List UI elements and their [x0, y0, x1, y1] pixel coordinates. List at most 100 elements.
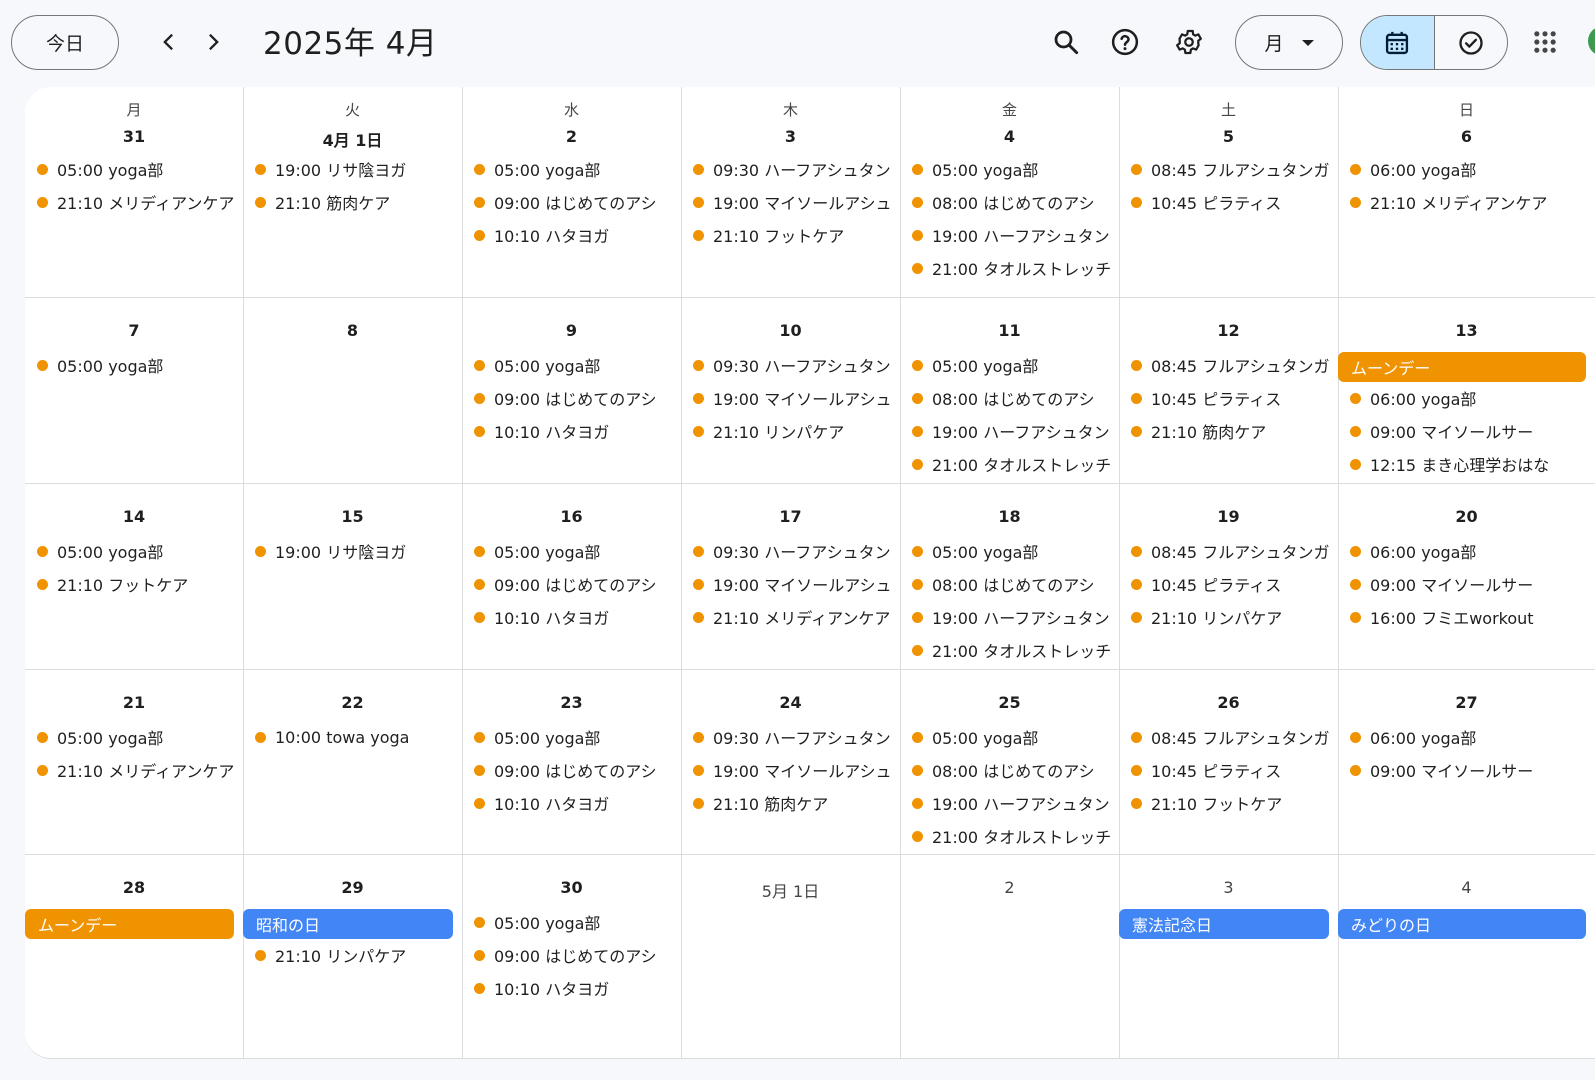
next-month-button[interactable]: [191, 20, 235, 64]
day-number[interactable]: 14: [25, 507, 243, 526]
calendar-event[interactable]: 21:10 メリディアンケア: [37, 755, 239, 785]
calendar-event[interactable]: 08:00 はじめてのアシ: [912, 569, 1115, 599]
day-cell[interactable]: 30 05:00 yoga部 09:00 はじめてのアシ 10:10 ハタヨガ: [462, 854, 681, 1058]
day-number[interactable]: 5: [1119, 127, 1338, 146]
settings-button[interactable]: [1167, 20, 1211, 64]
calendar-view-button[interactable]: [1361, 16, 1435, 69]
calendar-event[interactable]: 19:00 マイソールアシュ: [693, 569, 896, 599]
calendar-event[interactable]: 10:00 towa yoga: [255, 722, 458, 752]
day-number[interactable]: 17: [681, 507, 900, 526]
search-button[interactable]: [1044, 20, 1088, 64]
calendar-event[interactable]: 21:10 フットケア: [37, 569, 239, 599]
day-number[interactable]: 23: [462, 693, 681, 712]
day-cell[interactable]: 水 2 05:00 yoga部 09:00 はじめてのアシ 10:10 ハタヨガ: [462, 87, 681, 297]
calendar-event[interactable]: 05:00 yoga部: [912, 154, 1115, 184]
calendar-event[interactable]: 21:10 リンパケア: [255, 940, 458, 970]
day-number[interactable]: 3: [1119, 878, 1338, 897]
day-cell[interactable]: 土 5 08:45 フルアシュタンガ 10:45 ピラティス: [1119, 87, 1338, 297]
all-day-event-chip[interactable]: ムーンデー: [25, 909, 234, 939]
calendar-event[interactable]: 05:00 yoga部: [474, 536, 677, 566]
day-number[interactable]: 5月 1日: [681, 878, 900, 902]
day-cell[interactable]: 2: [900, 854, 1119, 1058]
day-number[interactable]: 28: [25, 878, 243, 897]
day-cell[interactable]: 18 05:00 yoga部 08:00 はじめてのアシ 19:00 ハーフアシュタン…: [900, 483, 1119, 669]
day-cell[interactable]: 日 6 06:00 yoga部 21:10 メリディアンケア: [1338, 87, 1595, 297]
calendar-event[interactable]: 08:45 フルアシュタンガ: [1131, 722, 1334, 752]
day-number[interactable]: 4: [1338, 878, 1595, 897]
calendar-event[interactable]: 06:00 yoga部: [1350, 154, 1591, 184]
calendar-event[interactable]: 19:00 リサ陰ヨガ: [255, 154, 458, 184]
calendar-event[interactable]: 09:00 マイソールサー: [1350, 755, 1591, 785]
day-number[interactable]: 12: [1119, 321, 1338, 340]
day-cell[interactable]: 24 09:30 ハーフアシュタン 19:00 マイソールアシュ 21:10 筋肉ケア: [681, 669, 900, 854]
tasks-view-button[interactable]: [1435, 16, 1508, 69]
calendar-event[interactable]: 09:00 はじめてのアシ: [474, 940, 677, 970]
help-button[interactable]: [1103, 20, 1147, 64]
calendar-event[interactable]: 05:00 yoga部: [912, 536, 1115, 566]
calendar-event[interactable]: 21:10 メリディアンケア: [37, 187, 239, 217]
day-number[interactable]: 20: [1338, 507, 1595, 526]
calendar-event[interactable]: 16:00 フミエworkout: [1350, 602, 1591, 632]
calendar-event[interactable]: 05:00 yoga部: [912, 350, 1115, 380]
calendar-event[interactable]: 21:10 リンパケア: [693, 416, 896, 446]
calendar-event[interactable]: 21:10 メリディアンケア: [693, 602, 896, 632]
calendar-event[interactable]: 10:10 ハタヨガ: [474, 220, 677, 250]
day-number[interactable]: 4: [900, 127, 1119, 146]
calendar-event[interactable]: 05:00 yoga部: [474, 907, 677, 937]
calendar-event[interactable]: 08:00 はじめてのアシ: [912, 755, 1115, 785]
calendar-event[interactable]: 19:00 ハーフアシュタン: [912, 788, 1115, 818]
day-number[interactable]: 6: [1338, 127, 1595, 146]
day-number[interactable]: 9: [462, 321, 681, 340]
day-cell[interactable]: 7 05:00 yoga部: [25, 297, 243, 483]
calendar-event[interactable]: 10:10 ハタヨガ: [474, 973, 677, 1003]
day-cell[interactable]: 21 05:00 yoga部 21:10 メリディアンケア: [25, 669, 243, 854]
calendar-event[interactable]: 05:00 yoga部: [474, 154, 677, 184]
calendar-event[interactable]: 21:10 筋肉ケア: [1131, 416, 1334, 446]
calendar-event[interactable]: 05:00 yoga部: [37, 536, 239, 566]
calendar-event[interactable]: 19:00 マイソールアシュ: [693, 383, 896, 413]
day-cell[interactable]: 29 昭和の日 21:10 リンパケア: [243, 854, 462, 1058]
day-cell[interactable]: 27 06:00 yoga部 09:00 マイソールサー: [1338, 669, 1595, 854]
calendar-event[interactable]: 21:00 タオルストレッチ: [912, 821, 1115, 851]
day-cell[interactable]: 19 08:45 フルアシュタンガ 10:45 ピラティス 21:10 リンパケア: [1119, 483, 1338, 669]
day-cell[interactable]: 10 09:30 ハーフアシュタン 19:00 マイソールアシュ 21:10 リンパケ…: [681, 297, 900, 483]
calendar-event[interactable]: 06:00 yoga部: [1350, 536, 1591, 566]
day-number[interactable]: 11: [900, 321, 1119, 340]
calendar-event[interactable]: 21:10 フットケア: [1131, 788, 1334, 818]
day-cell[interactable]: 4 みどりの日: [1338, 854, 1595, 1058]
calendar-event[interactable]: 21:00 タオルストレッチ: [912, 635, 1115, 665]
day-cell[interactable]: 20 06:00 yoga部 09:00 マイソールサー 16:00 フミエworko…: [1338, 483, 1595, 669]
day-cell[interactable]: 26 08:45 フルアシュタンガ 10:45 ピラティス 21:10 フットケア: [1119, 669, 1338, 854]
calendar-event[interactable]: 09:30 ハーフアシュタン: [693, 154, 896, 184]
calendar-event[interactable]: 12:15 まき心理学おはな: [1350, 449, 1591, 479]
day-cell[interactable]: 25 05:00 yoga部 08:00 はじめてのアシ 19:00 ハーフアシュタン…: [900, 669, 1119, 854]
day-number[interactable]: 21: [25, 693, 243, 712]
calendar-event[interactable]: 21:00 タオルストレッチ: [912, 449, 1115, 479]
calendar-event[interactable]: 21:10 フットケア: [693, 220, 896, 250]
calendar-event[interactable]: 09:00 はじめてのアシ: [474, 383, 677, 413]
calendar-event[interactable]: 09:00 マイソールサー: [1350, 569, 1591, 599]
day-number[interactable]: 30: [462, 878, 681, 897]
calendar-event[interactable]: 09:00 はじめてのアシ: [474, 569, 677, 599]
calendar-event[interactable]: 08:45 フルアシュタンガ: [1131, 154, 1334, 184]
calendar-event[interactable]: 19:00 ハーフアシュタン: [912, 602, 1115, 632]
day-number[interactable]: 16: [462, 507, 681, 526]
calendar-event[interactable]: 05:00 yoga部: [37, 722, 239, 752]
day-number[interactable]: 24: [681, 693, 900, 712]
day-number[interactable]: 13: [1338, 321, 1595, 340]
day-number[interactable]: 22: [243, 693, 462, 712]
calendar-event[interactable]: 09:00 マイソールサー: [1350, 416, 1591, 446]
calendar-event[interactable]: 10:45 ピラティス: [1131, 569, 1334, 599]
calendar-event[interactable]: 21:10 リンパケア: [1131, 602, 1334, 632]
calendar-event[interactable]: 19:00 ハーフアシュタン: [912, 220, 1115, 250]
calendar-event[interactable]: 21:10 メリディアンケア: [1350, 187, 1591, 217]
calendar-event[interactable]: 21:10 筋肉ケア: [255, 187, 458, 217]
day-cell[interactable]: 14 05:00 yoga部 21:10 フットケア: [25, 483, 243, 669]
day-number[interactable]: 8: [243, 321, 462, 340]
day-cell[interactable]: 28 ムーンデー: [25, 854, 243, 1058]
all-day-event-chip[interactable]: ムーンデー: [1338, 352, 1586, 382]
calendar-event[interactable]: 05:00 yoga部: [474, 350, 677, 380]
day-number[interactable]: 27: [1338, 693, 1595, 712]
day-number[interactable]: 25: [900, 693, 1119, 712]
calendar-event[interactable]: 05:00 yoga部: [37, 154, 239, 184]
